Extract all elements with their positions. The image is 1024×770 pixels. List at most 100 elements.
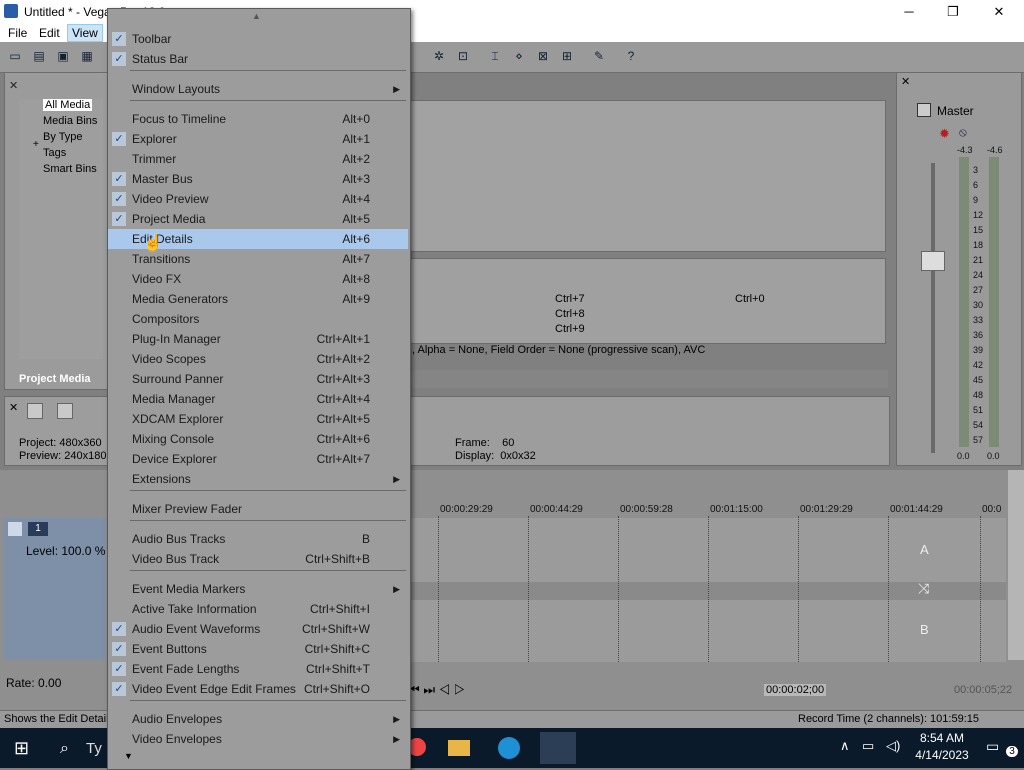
menu-item-focus-to-timeline[interactable]: Focus to Timeline Alt+0 xyxy=(108,109,408,129)
lock-envelopes-icon[interactable]: ✎ xyxy=(592,49,606,63)
menu-item-surround-panner[interactable]: Surround Panner Ctrl+Alt+3 xyxy=(108,369,408,389)
menu-item-explorer[interactable]: ✓ Explorer Alt+1 xyxy=(108,129,408,149)
menu-item-mixing-console[interactable]: Mixing Console Ctrl+Alt+6 xyxy=(108,429,408,449)
external-monitor-icon[interactable] xyxy=(57,403,73,419)
vegas-taskbar-icon[interactable] xyxy=(540,732,576,764)
menu-item-xdcam-explorer[interactable]: XDCAM Explorer Ctrl+Alt+5 xyxy=(108,409,408,429)
menu-view[interactable]: View xyxy=(67,24,103,42)
tree-item-all-media[interactable]: All Media xyxy=(43,99,93,111)
menu-item-label: Plug-In Manager xyxy=(132,332,221,346)
search-icon[interactable]: ⌕ xyxy=(60,740,69,758)
zoom-tool-icon[interactable]: ⊞ xyxy=(560,49,574,63)
expand-icon[interactable]: + xyxy=(33,139,39,150)
clock-date[interactable]: 4/14/2023 xyxy=(912,748,972,762)
edit-tool-icon[interactable]: ⌶ xyxy=(488,49,502,63)
timeline-scrollbar[interactable] xyxy=(1008,470,1024,660)
panel-close-icon-2[interactable]: ✕ xyxy=(9,401,18,414)
tree-item-by-type[interactable]: By Type xyxy=(43,131,83,143)
end-time[interactable]: 00:00:05;22 xyxy=(954,684,1012,696)
menu-item-label: Extensions xyxy=(132,472,191,486)
step-back-icon[interactable]: ◁ xyxy=(439,682,451,697)
menu-item-audio-envelopes[interactable]: Audio Envelopes ▶ xyxy=(108,709,408,729)
close-button[interactable]: ✕ xyxy=(976,0,1022,24)
taskbar-search[interactable]: Ty xyxy=(86,740,102,757)
properties-icon[interactable]: ▦ xyxy=(80,49,94,63)
menu-separator xyxy=(130,520,406,521)
menu-edit[interactable]: Edit xyxy=(35,26,64,40)
file-explorer-icon[interactable] xyxy=(448,740,470,756)
track-icon[interactable] xyxy=(8,522,22,536)
menu-item-toolbar[interactable]: ✓ Toolbar xyxy=(108,29,408,49)
open-icon[interactable]: ▤ xyxy=(32,49,46,63)
menu-item-shortcut: Alt+2 xyxy=(342,152,370,166)
next-frame-icon[interactable]: ⏭ xyxy=(423,682,435,697)
menu-item-media-generators[interactable]: Media Generators Alt+9 xyxy=(108,289,408,309)
minimize-button[interactable]: ─ xyxy=(886,0,932,24)
meter-scale-label: 15 xyxy=(973,225,984,235)
menu-item-video-fx[interactable]: Video FX Alt+8 xyxy=(108,269,408,289)
menu-item-label: Audio Envelopes xyxy=(132,712,223,726)
scroll-up-arrow-icon[interactable]: ▲ xyxy=(252,11,261,21)
selection-tool-icon[interactable]: ⊡ xyxy=(456,49,470,63)
menu-item-audio-bus-tracks[interactable]: Audio Bus Tracks B xyxy=(108,529,408,549)
menu-item-audio-event-waveforms[interactable]: ✓ Audio Event Waveforms Ctrl+Shift+W xyxy=(108,619,408,639)
meter-scale-label: 30 xyxy=(973,300,984,310)
project-media-tab[interactable]: Project Media xyxy=(19,373,91,385)
save-icon[interactable]: ▣ xyxy=(56,49,70,63)
whats-this-help-icon[interactable]: ? xyxy=(624,49,638,63)
clock-time[interactable]: 8:54 AM xyxy=(916,731,968,745)
tree-item-media-bins[interactable]: Media Bins xyxy=(43,115,97,127)
envelope-tool-icon[interactable]: ✲ xyxy=(432,49,446,63)
menu-item-device-explorer[interactable]: Device Explorer Ctrl+Alt+7 xyxy=(108,449,408,469)
panel-close-icon[interactable]: ✕ xyxy=(9,79,18,92)
menu-item-window-layouts[interactable]: Window Layouts ▶ xyxy=(108,79,408,99)
maximize-button[interactable]: ❐ xyxy=(930,0,976,24)
menu-item-compositors[interactable]: Compositors xyxy=(108,309,408,329)
menu-item-status-bar[interactable]: ✓ Status Bar xyxy=(108,49,408,69)
menu-item-event-media-markers[interactable]: Event Media Markers ▶ xyxy=(108,579,408,599)
edge-icon[interactable] xyxy=(498,737,520,759)
view-menu: ▲ ✓ Toolbar ✓ Status Bar Window Layouts ▶ Focu… xyxy=(107,8,411,770)
panel-close-icon-3[interactable]: ✕ xyxy=(901,75,910,88)
menu-item-shortcut: Alt+4 xyxy=(342,192,370,206)
menu-item-trimmer[interactable]: Trimmer Alt+2 xyxy=(108,149,408,169)
menu-item-label: Window Layouts xyxy=(132,82,221,96)
tray-chevron-icon[interactable]: ∧ xyxy=(840,738,850,754)
ruler-gridline xyxy=(708,516,709,662)
menu-item-event-buttons[interactable]: ✓ Event Buttons Ctrl+Shift+C xyxy=(108,639,408,659)
snap-icon[interactable]: ⋄ xyxy=(512,49,526,63)
start-icon[interactable]: ⊞ xyxy=(14,738,29,759)
new-icon[interactable]: ▭ xyxy=(8,49,22,63)
volume-icon[interactable]: ◁) xyxy=(886,738,900,754)
auto-ripple-icon[interactable]: ⊠ xyxy=(536,49,550,63)
menu-item-video-envelopes[interactable]: Video Envelopes ▶ xyxy=(108,729,408,749)
master-fader[interactable] xyxy=(921,251,945,271)
menu-item-video-scopes[interactable]: Video Scopes Ctrl+Alt+2 xyxy=(108,349,408,369)
step-forward-icon[interactable]: ▷ xyxy=(454,682,466,697)
menu-item-media-manager[interactable]: Media Manager Ctrl+Alt+4 xyxy=(108,389,408,409)
menu-item-project-media[interactable]: ✓ Project Media Alt+5 xyxy=(108,209,408,229)
display-value: 0x0x32 xyxy=(500,450,536,462)
network-icon[interactable]: ▭ xyxy=(862,738,874,754)
preview-properties-icon[interactable] xyxy=(27,403,43,419)
tree-item-smart-bins[interactable]: Smart Bins xyxy=(43,163,97,175)
menu-file[interactable]: File xyxy=(4,26,31,40)
menu-item-video-preview[interactable]: ✓ Video Preview Alt+4 xyxy=(108,189,408,209)
checkmark-icon: ✓ xyxy=(112,132,126,146)
mute-icon[interactable]: ⦸ xyxy=(959,125,967,140)
menu-item-video-event-edge-edit-frames[interactable]: ✓ Video Event Edge Edit Frames Ctrl+Shift+… xyxy=(108,679,408,699)
menu-item-label: Compositors xyxy=(132,312,200,326)
menu-item-video-bus-track[interactable]: Video Bus Track Ctrl+Shift+B xyxy=(108,549,408,569)
menu-item-event-fade-lengths[interactable]: ✓ Event Fade Lengths Ctrl+Shift+T xyxy=(108,659,408,679)
menu-item-active-take-information[interactable]: Active Take Information Ctrl+Shift+I xyxy=(108,599,408,619)
fx-icon[interactable]: ✹ xyxy=(939,126,950,142)
notifications-icon[interactable]: ▭ xyxy=(986,738,999,755)
menu-item-plug-in-manager[interactable]: Plug-In Manager Ctrl+Alt+1 xyxy=(108,329,408,349)
tree-item-tags[interactable]: Tags xyxy=(43,147,66,159)
ruler-label: 00:00:29:29 xyxy=(440,504,493,515)
menu-item-master-bus[interactable]: ✓ Master Bus Alt+3 xyxy=(108,169,408,189)
menu-item-extensions[interactable]: Extensions ▶ xyxy=(108,469,408,489)
scroll-down-arrow-icon[interactable]: ▼ xyxy=(124,751,133,761)
menu-item-mixer-preview-fader[interactable]: Mixer Preview Fader xyxy=(108,499,408,519)
current-time[interactable]: 00:00:02;00 xyxy=(764,684,827,696)
